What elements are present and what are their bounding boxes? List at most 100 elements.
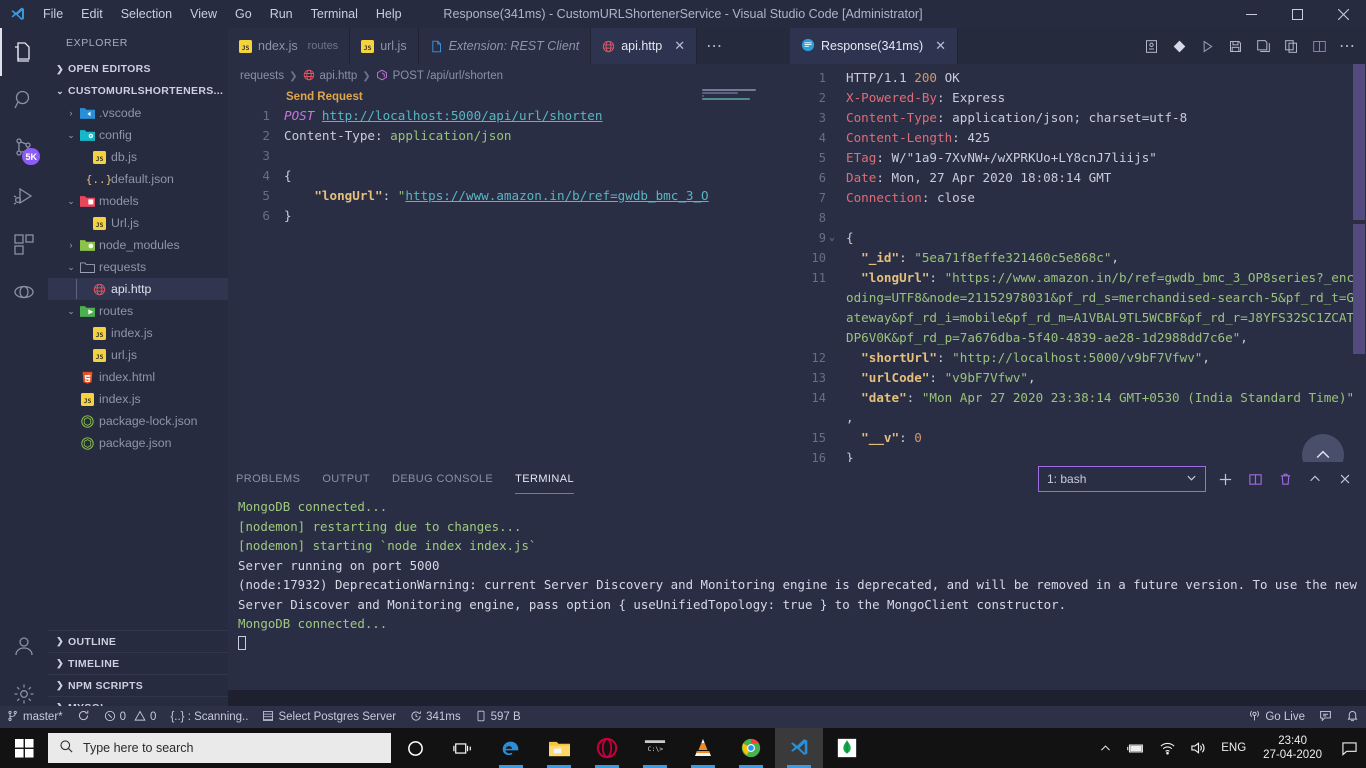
save-icon[interactable]: [1222, 31, 1248, 61]
breadcrumb-file[interactable]: api.http: [320, 70, 358, 82]
save-all-icon[interactable]: [1250, 31, 1276, 61]
tree-item-node-modules[interactable]: › node_modules: [48, 234, 228, 256]
accounts-icon[interactable]: [0, 622, 48, 670]
tab-api-http[interactable]: api.http ✕: [591, 28, 698, 64]
tree-item-models[interactable]: ⌄ models: [48, 190, 228, 212]
breadcrumb[interactable]: requests ❯ api.http ❯ POST /api/url/shor…: [228, 64, 790, 88]
vscode-icon[interactable]: [775, 728, 823, 768]
edge-icon[interactable]: [487, 728, 535, 768]
panel-tab-debug-console[interactable]: DEBUG CONSOLE: [392, 465, 493, 494]
language-indicator[interactable]: ENG: [1214, 742, 1253, 754]
close-panel-icon[interactable]: [1334, 466, 1356, 492]
tree-item-url-js[interactable]: JS Url.js: [48, 212, 228, 234]
action-center-icon[interactable]: [1332, 728, 1366, 768]
breadcrumb-folder[interactable]: requests: [240, 70, 284, 82]
maximize-panel-icon[interactable]: [1304, 466, 1326, 492]
editor-actions[interactable]: ⋯: [1138, 28, 1366, 64]
menu-go[interactable]: Go: [226, 3, 261, 25]
tree-item-routes[interactable]: ⌄ routes: [48, 300, 228, 322]
start-button[interactable]: [0, 728, 48, 768]
tab-ndex-js[interactable]: JS ndex.js routes: [228, 28, 351, 64]
panel-actions[interactable]: 1: bash: [1038, 466, 1356, 492]
split-editor-icon[interactable]: [1306, 31, 1332, 61]
run-debug-icon[interactable]: [0, 172, 48, 220]
code-editor-right[interactable]: 1 HTTP/1.1 200 OK 2 X-Powered-By: Express 3 C…: [790, 64, 1366, 490]
taskbar-search[interactable]: Type here to search: [48, 733, 391, 763]
status-postgres[interactable]: Select Postgres Server: [255, 706, 403, 728]
terminal-output[interactable]: MongoDB connected... [nodemon] restarting…: [228, 497, 1366, 653]
extensions-icon[interactable]: [0, 220, 48, 268]
close-button[interactable]: [1320, 0, 1366, 28]
play-icon[interactable]: [1194, 31, 1220, 61]
cmd-icon[interactable]: C:\>: [631, 728, 679, 768]
maximize-button[interactable]: [1274, 0, 1320, 28]
sidebar-section-open-editors[interactable]: ❯ OPEN EDITORS: [48, 58, 228, 80]
panel-tab-terminal[interactable]: TERMINAL: [515, 465, 574, 494]
tab-extension-rest-client[interactable]: Extension: REST Client: [418, 28, 592, 64]
menu-file[interactable]: File: [34, 3, 72, 25]
fold-chevron-icon[interactable]: ⌄: [826, 228, 838, 248]
status-size[interactable]: 597 B: [468, 706, 528, 728]
tab-url-js[interactable]: JS url.js: [350, 28, 419, 64]
vertical-scrollbar-right[interactable]: [1352, 64, 1366, 490]
split-terminal-icon[interactable]: [1244, 466, 1266, 492]
editor-tabs-right[interactable]: Response(341ms) ✕ ⋯: [790, 28, 1366, 64]
status-bell[interactable]: [1339, 706, 1366, 728]
rest-client-send-icon[interactable]: [1138, 31, 1164, 61]
status-feedback[interactable]: [1312, 706, 1339, 728]
tree-item-config[interactable]: ⌄ config: [48, 124, 228, 146]
tree-item-default-json[interactable]: {..} default.json: [48, 168, 228, 190]
tree-item-index-html[interactable]: index.html: [48, 366, 228, 388]
menu-bar[interactable]: File Edit Selection View Go Run Terminal…: [34, 3, 411, 25]
search-icon[interactable]: [0, 76, 48, 124]
opera-icon[interactable]: [583, 728, 631, 768]
terminal-selector[interactable]: 1: bash: [1038, 466, 1206, 492]
cortana-icon[interactable]: [391, 728, 439, 768]
menu-view[interactable]: View: [181, 3, 226, 25]
minimize-button[interactable]: [1228, 0, 1274, 28]
wifi-icon[interactable]: [1152, 741, 1183, 755]
copy-icon[interactable]: [1278, 31, 1304, 61]
mongodb-icon[interactable]: [823, 728, 871, 768]
tree-item-package-json[interactable]: package.json: [48, 432, 228, 454]
status-duration[interactable]: 341ms: [403, 706, 468, 728]
status-problems[interactable]: 0 0: [97, 706, 164, 728]
close-icon[interactable]: ✕: [935, 38, 946, 54]
sidebar-item-outline[interactable]: ❯ OUTLINE: [48, 630, 228, 652]
file-tree[interactable]: › .vscode ⌄ config JS db.js {..} default.json ⌄ m…: [48, 102, 228, 454]
send-request-codelens[interactable]: Send Request: [228, 88, 790, 106]
menu-selection[interactable]: Selection: [112, 3, 181, 25]
tree-item-package-lock-json[interactable]: package-lock.json: [48, 410, 228, 432]
window-controls[interactable]: [1228, 0, 1366, 28]
chevron-up-icon[interactable]: [1092, 742, 1119, 755]
battery-icon[interactable]: [1119, 742, 1152, 755]
new-terminal-icon[interactable]: [1214, 466, 1236, 492]
sidebar-section-project[interactable]: ⌄ CUSTOMURLSHORTENERS...: [48, 80, 228, 102]
chrome-icon[interactable]: [727, 728, 775, 768]
tab-response[interactable]: Response(341ms) ✕: [790, 28, 959, 64]
code-lines-left[interactable]: 1 POST http://localhost:5000/api/url/shor…: [228, 106, 790, 226]
run-request-icon[interactable]: [1166, 31, 1192, 61]
more-tabs-icon[interactable]: ⋯: [701, 28, 727, 64]
menu-help[interactable]: Help: [367, 3, 411, 25]
more-actions-icon[interactable]: ⋯: [1334, 31, 1360, 61]
code-lines-right[interactable]: 1 HTTP/1.1 200 OK 2 X-Powered-By: Express 3 C…: [790, 68, 1366, 468]
status-branch[interactable]: master*: [0, 706, 70, 728]
tree-item-db-js[interactable]: JS db.js: [48, 146, 228, 168]
menu-edit[interactable]: Edit: [72, 3, 112, 25]
vlc-icon[interactable]: [679, 728, 727, 768]
status-sync[interactable]: [70, 706, 97, 728]
tree-item-requests[interactable]: ⌄ requests: [48, 256, 228, 278]
sidebar-item-timeline[interactable]: ❯ TIMELINE: [48, 652, 228, 674]
tree-item-index-js[interactable]: JS index.js: [48, 322, 228, 344]
volume-icon[interactable]: [1183, 741, 1214, 755]
tree-item-url-js[interactable]: JS url.js: [48, 344, 228, 366]
status-json[interactable]: {..} : Scanning..: [163, 706, 255, 728]
file-explorer-icon[interactable]: [535, 728, 583, 768]
remote-explorer-icon[interactable]: [0, 268, 48, 316]
status-go-live[interactable]: Go Live: [1241, 706, 1312, 728]
tree-item-index-js[interactable]: JS index.js: [48, 388, 228, 410]
breadcrumb-symbol[interactable]: POST /api/url/shorten: [393, 70, 503, 82]
menu-terminal[interactable]: Terminal: [302, 3, 367, 25]
source-control-icon[interactable]: 5K: [0, 124, 48, 172]
